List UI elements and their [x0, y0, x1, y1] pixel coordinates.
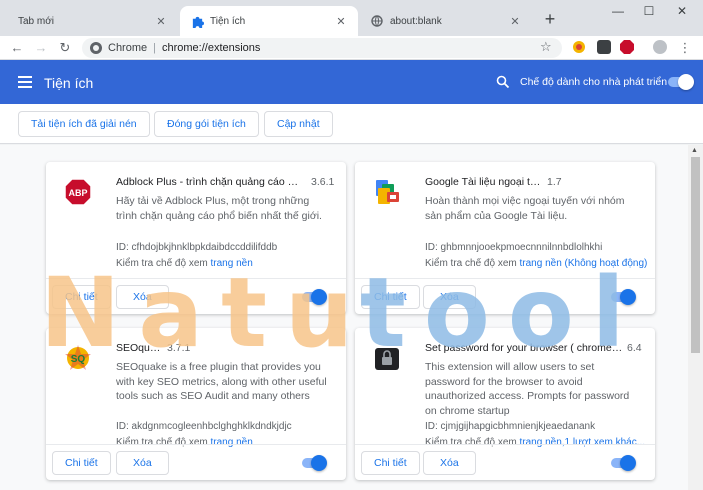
extension-id: ID: cfhdojbkjhnklbpkdaibdccddilifddb	[116, 242, 278, 253]
extension-description: Hãy tải về Adblock Plus, một trong những…	[116, 195, 322, 222]
card-footer: Chi tiết Xóa	[355, 444, 655, 480]
google-docs-icon	[373, 178, 401, 206]
extension-card-google-docs-offline: Google Tài liệu ngoại tuyến 1.7 Hoàn thà…	[355, 162, 655, 314]
extension-id: ID: ghbmnnjooekpmoecnnnilnnbdlolhkhi	[425, 242, 603, 253]
search-icon[interactable]	[496, 75, 510, 89]
adblock-plus-icon: ABP	[64, 178, 92, 206]
scroll-up-arrow-icon[interactable]: ▲	[691, 147, 698, 154]
enable-toggle[interactable]	[611, 455, 636, 471]
developer-mode-label: Chế độ dành cho nhà phát triển	[520, 76, 668, 88]
chrome-icon	[90, 42, 102, 54]
extension-name: SEOquake	[116, 342, 166, 354]
profile-avatar-icon[interactable]	[653, 40, 667, 54]
back-button[interactable]: ←	[8, 39, 26, 57]
remove-button[interactable]: Xóa	[116, 451, 169, 475]
new-tab-button[interactable]: +	[540, 10, 560, 30]
scroll-thumb[interactable]	[691, 157, 700, 353]
close-icon[interactable]: ✕	[508, 15, 522, 28]
omnibox-divider: |	[153, 42, 156, 54]
card-footer: Chi tiết Xóa	[355, 278, 655, 314]
extension-version: 6.4	[627, 342, 642, 354]
extension-version: 3.7.1	[167, 342, 191, 354]
developer-action-bar: Tải tiện ích đã giải nén Đóng gói tiện í…	[0, 104, 703, 144]
globe-icon	[370, 14, 384, 28]
extension-name: Google Tài liệu ngoại tuyến	[425, 176, 545, 188]
url-text: chrome://extensions	[161, 42, 261, 54]
extension-id: ID: cjmjgijhapgicbhmnienjkjeaedanank	[425, 421, 596, 432]
developer-mode-toggle[interactable]	[668, 74, 694, 90]
minimize-button[interactable]: —	[603, 4, 633, 22]
svg-text:SQ: SQ	[71, 354, 86, 365]
tab-title: Tab mới	[18, 15, 55, 27]
page-scrollbar[interactable]: ▲	[688, 145, 703, 490]
enable-toggle[interactable]	[302, 289, 327, 305]
maximize-button[interactable]: ☐	[634, 4, 664, 22]
extension-name: Adblock Plus - trình chặn quảng cáo miễn…	[116, 176, 306, 188]
forward-button[interactable]: →	[32, 39, 50, 57]
inspect-label: Kiểm tra chế độ xem	[425, 258, 517, 269]
hamburger-menu-icon[interactable]	[18, 76, 32, 88]
inspect-link[interactable]: trang nền	[211, 258, 253, 269]
card-footer: Chi tiết Xóa	[46, 278, 346, 314]
svg-text:ABP: ABP	[68, 188, 87, 198]
extension-id: ID: akdgnmcogleenhbclghghklkdndkjdjc	[116, 421, 292, 432]
inspect-views: Kiểm tra chế độ xem trang nền (Không hoạ…	[425, 258, 647, 269]
browser-toolbar: ← → ↻ Chrome | chrome://extensions ☆ ⋮	[0, 36, 703, 60]
extension-description: SEOquake is a free plugin that provides …	[116, 361, 327, 402]
extensions-header: Tiện ích Chế độ dành cho nhà phát triển	[0, 60, 703, 104]
inspect-views: Kiểm tra chế độ xem trang nền	[116, 258, 253, 269]
details-button[interactable]: Chi tiết	[361, 285, 420, 309]
close-window-button[interactable]: ✕	[667, 4, 697, 22]
extension-card-adblock-plus: ABP Adblock Plus - trình chặn quảng cáo …	[46, 162, 346, 314]
load-unpacked-button[interactable]: Tải tiện ích đã giải nén	[18, 111, 150, 137]
extension-description: This extension will allow users to set p…	[425, 361, 630, 417]
extension-description: Hoàn thành mọi việc ngoại tuyến với nhóm…	[425, 195, 625, 222]
tab-title: about:blank	[390, 15, 442, 27]
puzzle-icon	[190, 14, 204, 28]
extension-card-seoquake: SQ SEOquake 3.7.1 SEOquake is a free plu…	[46, 328, 346, 480]
address-bar[interactable]: Chrome | chrome://extensions	[82, 38, 562, 58]
extensions-list: ABP Adblock Plus - trình chặn quảng cáo …	[0, 145, 688, 490]
details-button[interactable]: Chi tiết	[52, 285, 111, 309]
tab-strip: Tab mới ✕ Tiện ích ✕ about:blank ✕ + — ☐…	[0, 0, 703, 36]
details-button[interactable]: Chi tiết	[52, 451, 111, 475]
tab-title: Tiện ích	[210, 15, 246, 27]
enable-toggle[interactable]	[302, 455, 327, 471]
seoquake-icon: SQ	[64, 344, 92, 372]
close-icon[interactable]: ✕	[334, 15, 348, 28]
details-button[interactable]: Chi tiết	[361, 451, 420, 475]
update-button[interactable]: Cập nhật	[264, 111, 333, 137]
lock-icon	[373, 344, 401, 372]
page-title: Tiện ích	[44, 75, 94, 91]
remove-button[interactable]: Xóa	[423, 451, 476, 475]
pack-extension-button[interactable]: Đóng gói tiện ích	[154, 111, 259, 137]
extension-name: Set password for your browser ( chrome l…	[425, 342, 623, 354]
lock-toolbar-icon[interactable]	[597, 40, 611, 54]
inspect-link[interactable]: trang nền (Không hoạt động)	[520, 258, 648, 269]
close-icon[interactable]: ✕	[154, 15, 168, 28]
enable-toggle[interactable]	[611, 289, 636, 305]
reload-button[interactable]: ↻	[56, 39, 74, 57]
inspect-label: Kiểm tra chế độ xem	[116, 258, 208, 269]
chrome-label: Chrome	[108, 42, 148, 54]
extension-version: 1.7	[547, 176, 562, 188]
remove-button[interactable]: Xóa	[116, 285, 169, 309]
bookmark-star-icon[interactable]: ☆	[540, 39, 552, 55]
extension-card-set-password: Set password for your browser ( chrome l…	[355, 328, 655, 480]
extension-version: 3.6.1	[311, 176, 335, 188]
card-footer: Chi tiết Xóa	[46, 444, 346, 480]
seoquake-toolbar-icon[interactable]	[572, 40, 586, 54]
tab-new-tab[interactable]: Tab mới ✕	[8, 6, 178, 36]
tab-extensions[interactable]: Tiện ích ✕	[180, 6, 358, 36]
more-menu-icon[interactable]: ⋮	[676, 39, 694, 57]
tab-about-blank[interactable]: about:blank ✕	[360, 6, 532, 36]
adblock-toolbar-icon[interactable]	[620, 40, 634, 54]
remove-button[interactable]: Xóa	[423, 285, 476, 309]
